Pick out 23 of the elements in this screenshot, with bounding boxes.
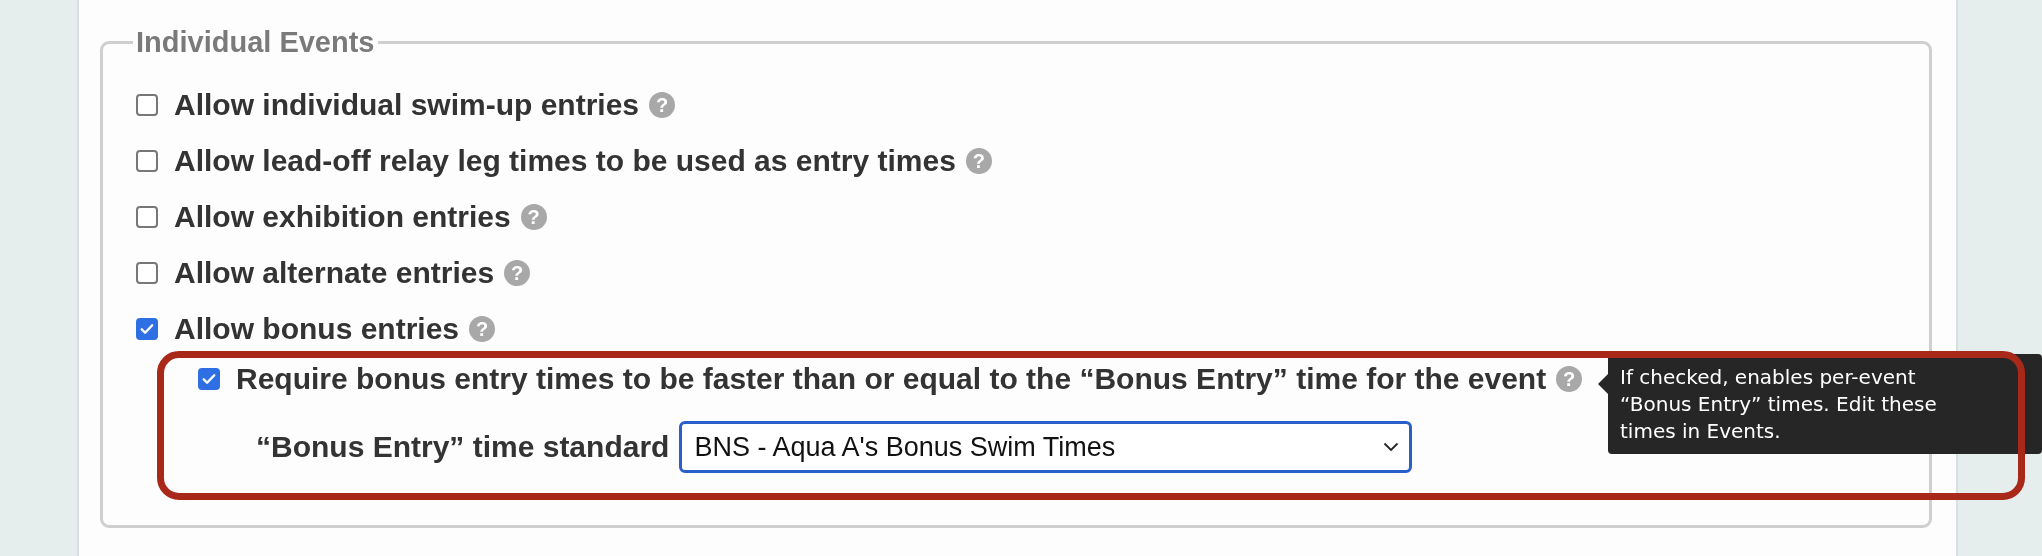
help-icon[interactable]: ? [504, 260, 531, 286]
help-icon[interactable]: ? [520, 204, 547, 230]
checkbox[interactable] [198, 368, 220, 390]
checkbox[interactable] [136, 150, 158, 172]
tooltip-text: If checked, enables per-event “Bonus Entry” times. Edit these times in Events. [1620, 364, 1938, 445]
section-legend: Individual Events [133, 26, 378, 59]
checkbox[interactable] [136, 206, 158, 228]
option-label: Allow bonus entries [174, 312, 460, 346]
chevron-down-icon [1383, 442, 1400, 452]
checkbox[interactable] [136, 94, 158, 116]
option-label: Allow exhibition entries [174, 200, 511, 234]
help-icon[interactable]: ? [469, 316, 496, 342]
field-label: “Bonus Entry” time standard [256, 430, 670, 464]
option-label: Allow alternate entries [174, 256, 495, 290]
help-icon[interactable]: ? [649, 92, 676, 118]
checkbox[interactable] [136, 318, 158, 340]
select-field[interactable]: BNS - Aqua A's Bonus Swim Times [679, 421, 1413, 473]
option-label: Require bonus entry times to be faster than or equal to the “Bonus Entry” time for the event [236, 362, 1547, 396]
help-icon[interactable]: ? [965, 148, 992, 174]
option-label: Allow individual swim-up entries [174, 88, 640, 122]
checkbox[interactable] [136, 262, 158, 284]
option-label: Allow lead-off relay leg times to be used as entry times [174, 144, 956, 178]
help-icon[interactable]: ? [1556, 366, 1583, 392]
